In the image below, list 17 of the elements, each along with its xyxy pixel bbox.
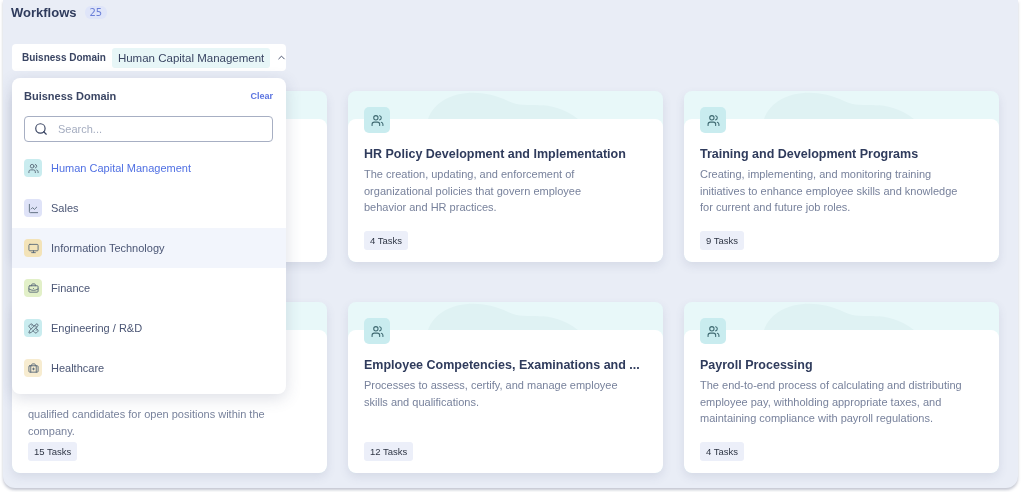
tasks-count: 12 Tasks	[364, 442, 414, 461]
dropdown-title: Buisness Domain	[24, 90, 117, 102]
card-title: HR Policy Development and Implementation	[364, 147, 627, 161]
card-description: Creating, implementing, and monitoring training initiatives to enhance employee skills and knowledge for current and future job roles.	[700, 167, 959, 215]
tasks-count: 4 Tasks	[364, 231, 409, 250]
tasks-count: 9 Tasks	[700, 231, 745, 250]
card-description: The end-to-end process of calculating and distributing employee pay, withholding appropriate taxes, and maintaining compliance with payroll regulations.	[700, 378, 962, 426]
card-description: Processes to assess, certify, and manage employee skills and qualifications.	[364, 378, 619, 410]
card-description: The creation, updating, and enforcement of organizational policies that govern employee behavior and HR practices.	[364, 167, 583, 215]
card-title: Training and Development Programs	[700, 147, 920, 161]
card-title: Employee Competencies, Examinations and ...	[364, 358, 641, 372]
count-badge: 25	[84, 5, 108, 19]
page-title: Workflows	[11, 4, 77, 20]
card-title: Payroll Processing	[700, 358, 814, 372]
card-description: qualified candidates for open positions within the company.	[28, 407, 266, 439]
tasks-count: 15 Tasks	[28, 442, 78, 461]
tasks-count: 4 Tasks	[700, 442, 745, 461]
